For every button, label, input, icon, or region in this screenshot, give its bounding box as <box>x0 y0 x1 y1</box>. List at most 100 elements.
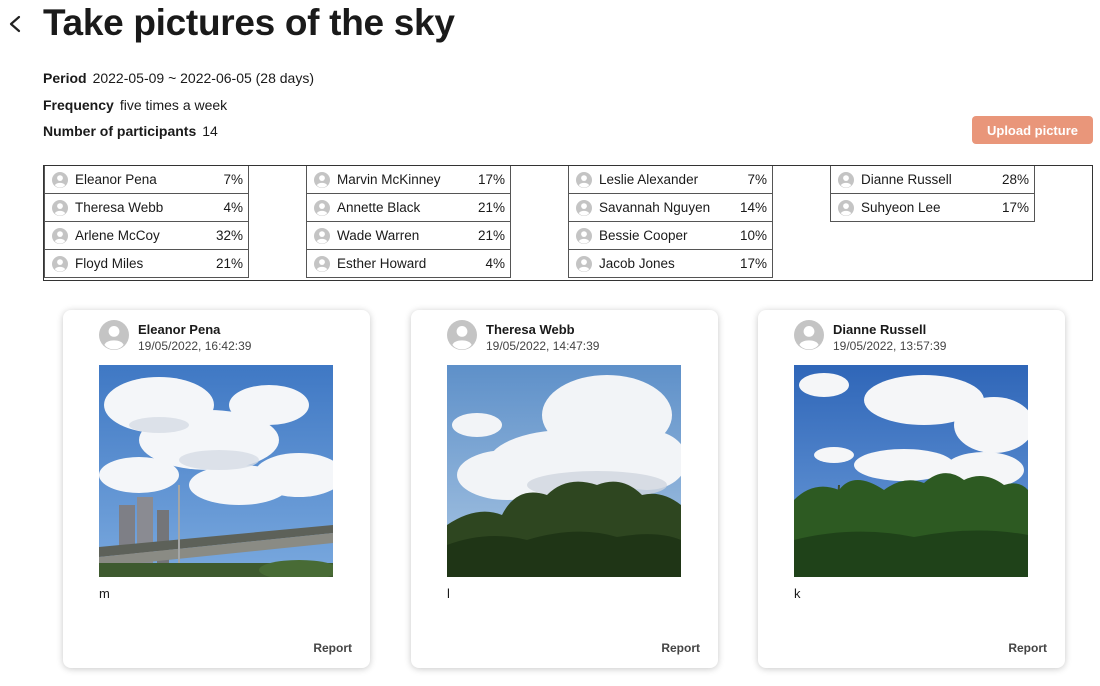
avatar <box>838 172 854 188</box>
participant-name: Wade Warren <box>337 228 420 243</box>
post-caption: l <box>447 586 450 601</box>
page-header: Take pictures of the sky <box>0 0 1100 56</box>
participant-name: Jacob Jones <box>599 256 675 271</box>
post-card: Dianne Russell 19/05/2022, 13:57:39 k Re… <box>758 310 1065 668</box>
sky-photo[interactable] <box>99 365 333 577</box>
participants-column: Dianne Russell 28% Suhyeon Lee 17% <box>830 166 1035 222</box>
participant-percent: 14% <box>739 200 767 215</box>
avatar <box>99 320 129 350</box>
participant-row: Jacob Jones 17% <box>568 250 773 278</box>
post-card: Theresa Webb 19/05/2022, 14:47:39 l Repo… <box>411 310 718 668</box>
participant-name: Arlene McCoy <box>75 228 160 243</box>
participant-percent: 17% <box>1001 200 1029 215</box>
user-avatar-icon <box>794 320 824 350</box>
user-avatar-icon <box>314 256 330 272</box>
avatar <box>576 228 592 244</box>
avatar <box>314 256 330 272</box>
sky-photo[interactable] <box>794 365 1028 577</box>
participant-row: Leslie Alexander 7% <box>568 166 773 194</box>
participant-name: Floyd Miles <box>75 256 144 271</box>
avatar <box>314 228 330 244</box>
page-title: Take pictures of the sky <box>43 2 455 43</box>
participant-percent: 17% <box>739 256 767 271</box>
avatar <box>576 172 592 188</box>
user-avatar-icon <box>99 320 129 350</box>
participant-name: Suhyeon Lee <box>861 200 941 215</box>
challenge-info: Period 2022-05-09 ~ 2022-06-05 (28 days) … <box>43 70 314 150</box>
participant-row: Arlene McCoy 32% <box>44 222 249 250</box>
participant-percent: 7% <box>747 172 767 187</box>
user-avatar-icon <box>838 200 854 216</box>
participant-name: Esther Howard <box>337 256 427 271</box>
participant-percent: 4% <box>485 256 505 271</box>
user-avatar-icon <box>838 172 854 188</box>
participant-row: Dianne Russell 28% <box>830 166 1035 194</box>
participant-name: Leslie Alexander <box>599 172 699 187</box>
upload-picture-button[interactable]: Upload picture <box>972 116 1093 144</box>
sky-photo[interactable] <box>447 365 681 577</box>
user-avatar-icon <box>52 256 68 272</box>
participants-column: Eleanor Pena 7% Theresa Webb 4% Arlene M… <box>44 166 249 278</box>
report-link[interactable]: Report <box>313 641 352 655</box>
participant-name: Marvin McKinney <box>337 172 441 187</box>
participant-percent: 32% <box>215 228 243 243</box>
period-row: Period 2022-05-09 ~ 2022-06-05 (28 days) <box>43 70 314 97</box>
post-card: Eleanor Pena 19/05/2022, 16:42:39 m Repo… <box>63 310 370 668</box>
post-timestamp: 19/05/2022, 16:42:39 <box>138 339 252 353</box>
avatar <box>52 228 68 244</box>
participant-row: Bessie Cooper 10% <box>568 222 773 250</box>
participant-row: Suhyeon Lee 17% <box>830 194 1035 222</box>
user-avatar-icon <box>447 320 477 350</box>
frequency-row: Frequency five times a week <box>43 97 314 124</box>
period-label: Period <box>43 70 87 86</box>
participant-percent: 21% <box>215 256 243 271</box>
avatar <box>576 256 592 272</box>
participant-name: Annette Black <box>337 200 421 215</box>
avatar <box>838 200 854 216</box>
avatar <box>576 200 592 216</box>
participant-percent: 4% <box>223 200 243 215</box>
user-avatar-icon <box>576 228 592 244</box>
report-link[interactable]: Report <box>1008 641 1047 655</box>
user-avatar-icon <box>576 200 592 216</box>
user-avatar-icon <box>314 228 330 244</box>
participant-percent: 17% <box>477 172 505 187</box>
report-link[interactable]: Report <box>661 641 700 655</box>
avatar <box>52 256 68 272</box>
period-value: 2022-05-09 ~ 2022-06-05 (28 days) <box>92 70 315 86</box>
avatar <box>447 320 477 350</box>
participants-count-row: Number of participants 14 <box>43 123 314 150</box>
participant-percent: 28% <box>1001 172 1029 187</box>
participants-column: Leslie Alexander 7% Savannah Nguyen 14% … <box>568 166 773 278</box>
participant-percent: 21% <box>477 228 505 243</box>
post-author: Theresa Webb <box>486 322 575 337</box>
post-author: Eleanor Pena <box>138 322 221 337</box>
chevron-left-icon <box>9 15 21 33</box>
participant-name: Eleanor Pena <box>75 172 157 187</box>
user-avatar-icon <box>576 256 592 272</box>
participants-count-label: Number of participants <box>43 123 197 139</box>
user-avatar-icon <box>576 172 592 188</box>
participant-name: Bessie Cooper <box>599 228 688 243</box>
participant-row: Annette Black 21% <box>306 194 511 222</box>
participants-count-value: 14 <box>202 123 218 139</box>
post-caption: k <box>794 586 801 601</box>
user-avatar-icon <box>52 200 68 216</box>
avatar <box>314 200 330 216</box>
post-timestamp: 19/05/2022, 13:57:39 <box>833 339 947 353</box>
participant-name: Theresa Webb <box>75 200 164 215</box>
participant-name: Savannah Nguyen <box>599 200 711 215</box>
participant-percent: 10% <box>739 228 767 243</box>
frequency-value: five times a week <box>119 96 228 113</box>
avatar <box>314 172 330 188</box>
post-timestamp: 19/05/2022, 14:47:39 <box>486 339 600 353</box>
post-caption: m <box>99 586 110 601</box>
user-avatar-icon <box>52 172 68 188</box>
back-button[interactable] <box>4 6 26 42</box>
participants-table: Eleanor Pena 7% Theresa Webb 4% Arlene M… <box>43 165 1093 281</box>
participant-row: Floyd Miles 21% <box>44 250 249 278</box>
participant-row: Theresa Webb 4% <box>44 194 249 222</box>
participant-percent: 7% <box>223 172 243 187</box>
participant-row: Marvin McKinney 17% <box>306 166 511 194</box>
user-avatar-icon <box>314 200 330 216</box>
